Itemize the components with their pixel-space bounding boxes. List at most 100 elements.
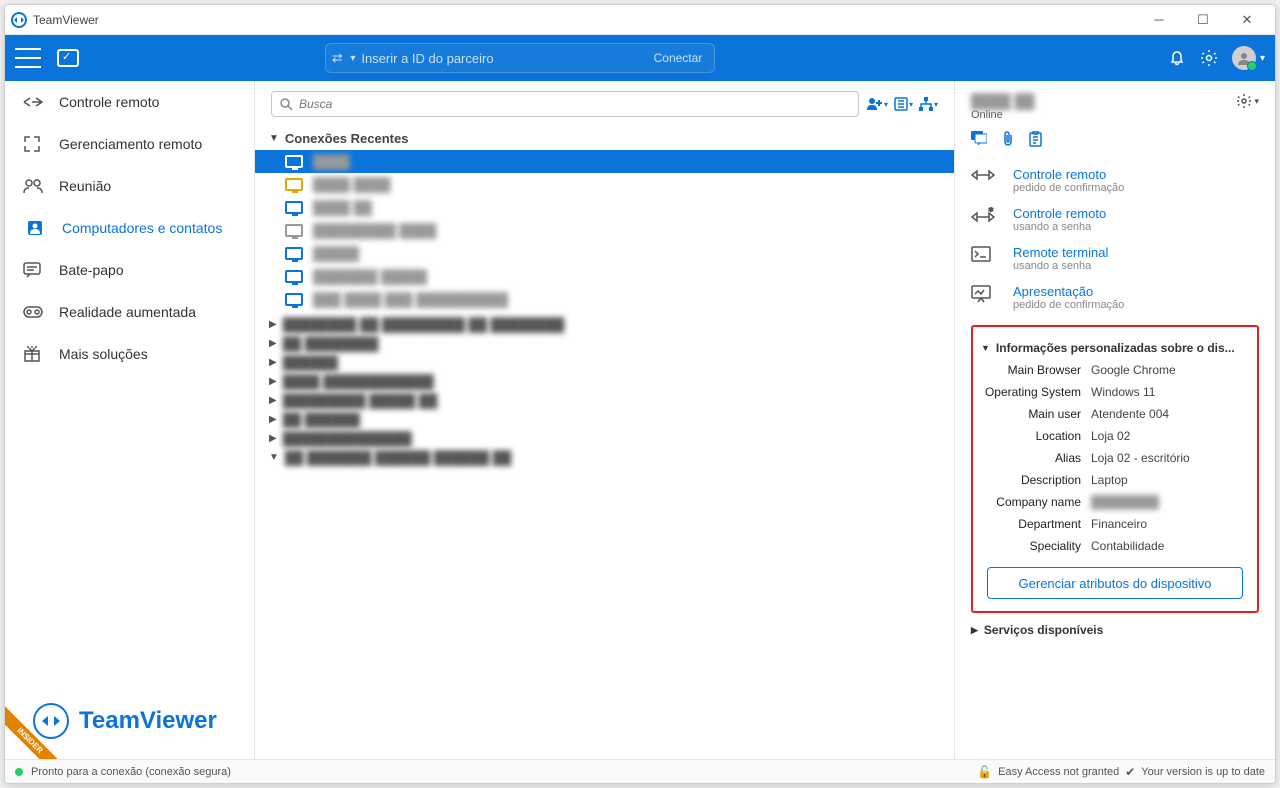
- app-window: TeamViewer ─ ☐ ✕ ⇄ ▾ Conectar ▾: [4, 4, 1276, 784]
- recent-connections-list: ████ ████ ████ ████ ██ █████████ ████ ██…: [255, 150, 954, 315]
- action-presentation[interactable]: Apresentaçãopedido de confirmação: [971, 278, 1259, 317]
- search-input[interactable]: [299, 97, 850, 111]
- lock-icon: 🔓: [977, 765, 992, 779]
- sidebar-item-remote-management[interactable]: Gerenciamento remoto: [5, 123, 254, 165]
- table-row: Operating SystemWindows 11: [981, 381, 1249, 403]
- chevron-down-icon[interactable]: ▾: [350, 53, 355, 64]
- group-row[interactable]: ▶██████: [255, 353, 954, 372]
- sidebar-item-remote-control[interactable]: Controle remoto: [5, 81, 254, 123]
- add-contact-button[interactable]: ▾: [867, 97, 888, 111]
- arrows-star-icon: ✶: [971, 206, 999, 223]
- list-item[interactable]: ████ ██: [255, 196, 954, 219]
- table-row: Company name████████: [981, 491, 1249, 513]
- easy-access-text: Easy Access not granted: [998, 766, 1119, 778]
- search-box[interactable]: [271, 91, 859, 117]
- hierarchy-button[interactable]: ▾: [919, 97, 938, 111]
- group-row[interactable]: ▶████ ████████████: [255, 372, 954, 391]
- chat-icon: [23, 262, 45, 278]
- triangle-down-icon: ▼: [269, 133, 279, 144]
- chat-icon[interactable]: [971, 131, 987, 147]
- close-button[interactable]: ✕: [1225, 5, 1269, 35]
- action-remote-control-confirm[interactable]: Controle remotopedido de confirmação: [971, 161, 1259, 200]
- triangle-right-icon: ▶: [971, 625, 978, 636]
- table-row: Main userAtendente 004: [981, 403, 1249, 425]
- group-row[interactable]: ▶██ ██████: [255, 410, 954, 429]
- search-icon: [280, 98, 293, 111]
- sidebar-item-meeting[interactable]: Reunião: [5, 165, 254, 207]
- table-row: DepartmentFinanceiro: [981, 513, 1249, 535]
- list-item[interactable]: ████: [255, 150, 954, 173]
- terminal-icon: [971, 245, 999, 262]
- arrows-icon: [971, 167, 999, 182]
- minimize-button[interactable]: ─: [1137, 5, 1181, 35]
- check-icon: ✔: [1125, 765, 1135, 779]
- details-panel: ████ ██ Online ▾ Controle remotopedido d…: [955, 81, 1275, 759]
- action-remote-terminal[interactable]: Remote terminalusando a senha: [971, 239, 1259, 278]
- list-item[interactable]: ████ ████: [255, 173, 954, 196]
- switch-icon[interactable]: ⇄: [326, 50, 348, 66]
- menu-button[interactable]: [15, 48, 41, 68]
- statusbar: Pronto para a conexão (conexão segura) 🔓…: [5, 759, 1275, 783]
- monitor-icon: [285, 155, 303, 168]
- device-settings-button[interactable]: ▾: [1236, 93, 1259, 109]
- app-title: TeamViewer: [33, 13, 99, 27]
- recent-connections-header[interactable]: ▼ Conexões Recentes: [255, 125, 954, 150]
- device-status: Online: [971, 109, 1236, 121]
- clipboard-icon[interactable]: [1029, 131, 1042, 147]
- attachment-icon[interactable]: [1001, 131, 1015, 147]
- feedback-icon[interactable]: [57, 49, 79, 67]
- available-services-header[interactable]: ▶Serviços disponíveis: [971, 613, 1259, 641]
- table-row: SpecialityContabilidade: [981, 535, 1249, 557]
- brand-text: TeamViewer: [79, 707, 217, 735]
- sidebar-item-chat[interactable]: Bate-papo: [5, 249, 254, 291]
- group-row[interactable]: ▶█████████ █████ ██: [255, 391, 954, 410]
- view-options-button[interactable]: ▾: [894, 97, 913, 111]
- gear-icon[interactable]: [1200, 49, 1218, 67]
- custom-device-info-panel: ▼Informações personalizadas sobre o dis.…: [971, 325, 1259, 613]
- bell-icon[interactable]: [1168, 49, 1186, 67]
- group-row[interactable]: ▶████████ ██ █████████ ██ ████████: [255, 315, 954, 334]
- device-name: ████ ██: [971, 93, 1236, 109]
- sidebar-item-computers-contacts[interactable]: Computadores e contatos: [5, 207, 254, 249]
- group-row[interactable]: ▼██ ███████ ██████ ██████ ██: [255, 448, 954, 467]
- status-dot-icon: [15, 768, 23, 776]
- titlebar: TeamViewer ─ ☐ ✕: [5, 5, 1275, 35]
- sidebar-item-augmented-reality[interactable]: Realidade aumentada: [5, 291, 254, 333]
- status-ready-text: Pronto para a conexão (conexão segura): [31, 766, 231, 778]
- app-icon: [11, 12, 27, 28]
- version-text: Your version is up to date: [1141, 766, 1265, 778]
- remote-control-icon: [23, 94, 45, 110]
- monitor-icon: [285, 178, 303, 191]
- sidebar-item-more-solutions[interactable]: Mais soluções: [5, 333, 254, 375]
- connect-button[interactable]: Conectar: [642, 51, 715, 65]
- account-menu[interactable]: ▾: [1232, 46, 1265, 70]
- triangle-right-icon: ▶: [269, 319, 277, 330]
- monitor-icon: [285, 270, 303, 283]
- chevron-down-icon: ▾: [1260, 53, 1265, 64]
- triangle-down-icon: ▼: [981, 343, 990, 353]
- action-remote-control-password[interactable]: ✶ Controle remotousando a senha: [971, 200, 1259, 239]
- monitor-icon: [285, 293, 303, 306]
- presentation-icon: [971, 284, 999, 303]
- group-row[interactable]: ▶██████████████: [255, 429, 954, 448]
- sidebar-item-label: Gerenciamento remoto: [59, 136, 202, 152]
- monitor-icon: [285, 247, 303, 260]
- partner-id-input[interactable]: [361, 44, 641, 72]
- list-item[interactable]: ███ ████ ███ ██████████: [255, 288, 954, 311]
- sidebar-item-label: Mais soluções: [59, 346, 148, 362]
- sidebar: Controle remoto Gerenciamento remoto Reu…: [5, 81, 255, 759]
- people-icon: [23, 178, 45, 194]
- sidebar-item-label: Computadores e contatos: [62, 220, 222, 236]
- list-item[interactable]: █████: [255, 242, 954, 265]
- list-item[interactable]: █████████ ████: [255, 219, 954, 242]
- monitor-icon: [285, 224, 303, 237]
- manage-attributes-button[interactable]: Gerenciar atributos do dispositivo: [987, 567, 1243, 599]
- expand-icon: [23, 135, 45, 153]
- group-row[interactable]: ▶██ ████████: [255, 334, 954, 353]
- ar-icon: [23, 306, 45, 318]
- maximize-button[interactable]: ☐: [1181, 5, 1225, 35]
- partner-id-box: ⇄ ▾ Conectar: [325, 43, 715, 73]
- triangle-down-icon: ▼: [269, 452, 279, 463]
- list-item[interactable]: ███████ █████: [255, 265, 954, 288]
- custom-info-header[interactable]: ▼Informações personalizadas sobre o dis.…: [981, 337, 1249, 359]
